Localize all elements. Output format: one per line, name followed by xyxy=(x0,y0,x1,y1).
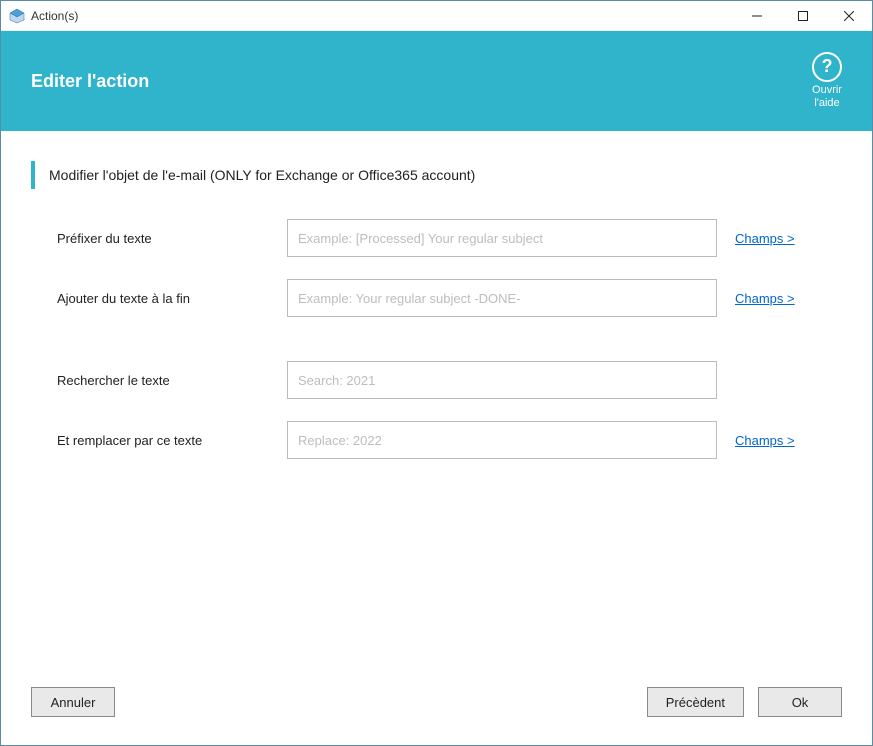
footer-right-group: Précèdent Ok xyxy=(647,687,842,717)
champs-link-replace[interactable]: Champs > xyxy=(735,433,795,448)
close-button[interactable] xyxy=(826,1,872,31)
section-heading: Modifier l'objet de l'e-mail (ONLY for E… xyxy=(31,161,842,189)
ok-button[interactable]: Ok xyxy=(758,687,842,717)
window-controls xyxy=(734,1,872,30)
row-replace: Et remplacer par ce texte Champs > xyxy=(31,421,842,459)
champs-link-prefix[interactable]: Champs > xyxy=(735,231,795,246)
label-prefix: Préfixer du texte xyxy=(57,231,287,246)
input-prefix[interactable] xyxy=(287,219,717,257)
row-prefix: Préfixer du texte Champs > xyxy=(31,219,842,257)
cancel-button[interactable]: Annuler xyxy=(31,687,115,717)
app-icon xyxy=(9,8,25,24)
open-help-button[interactable]: ? Ouvrir l'aide xyxy=(812,52,842,110)
previous-button[interactable]: Précèdent xyxy=(647,687,744,717)
row-append: Ajouter du texte à la fin Champs > xyxy=(31,279,842,317)
label-append: Ajouter du texte à la fin xyxy=(57,291,287,306)
label-search: Rechercher le texte xyxy=(57,373,287,388)
titlebar: Action(s) xyxy=(1,1,872,31)
minimize-button[interactable] xyxy=(734,1,780,31)
maximize-button[interactable] xyxy=(780,1,826,31)
window-title: Action(s) xyxy=(31,9,734,23)
input-append[interactable] xyxy=(287,279,717,317)
footer: Annuler Précèdent Ok xyxy=(1,667,872,745)
input-replace[interactable] xyxy=(287,421,717,459)
row-search: Rechercher le texte xyxy=(31,361,842,399)
page-title: Editer l'action xyxy=(31,71,149,92)
help-label: Ouvrir l'aide xyxy=(812,84,842,110)
content-area: Modifier l'objet de l'e-mail (ONLY for E… xyxy=(1,131,872,459)
champs-link-append[interactable]: Champs > xyxy=(735,291,795,306)
page-banner: Editer l'action ? Ouvrir l'aide xyxy=(1,31,872,131)
label-replace: Et remplacer par ce texte xyxy=(57,433,287,448)
help-icon: ? xyxy=(812,52,842,82)
input-search[interactable] xyxy=(287,361,717,399)
